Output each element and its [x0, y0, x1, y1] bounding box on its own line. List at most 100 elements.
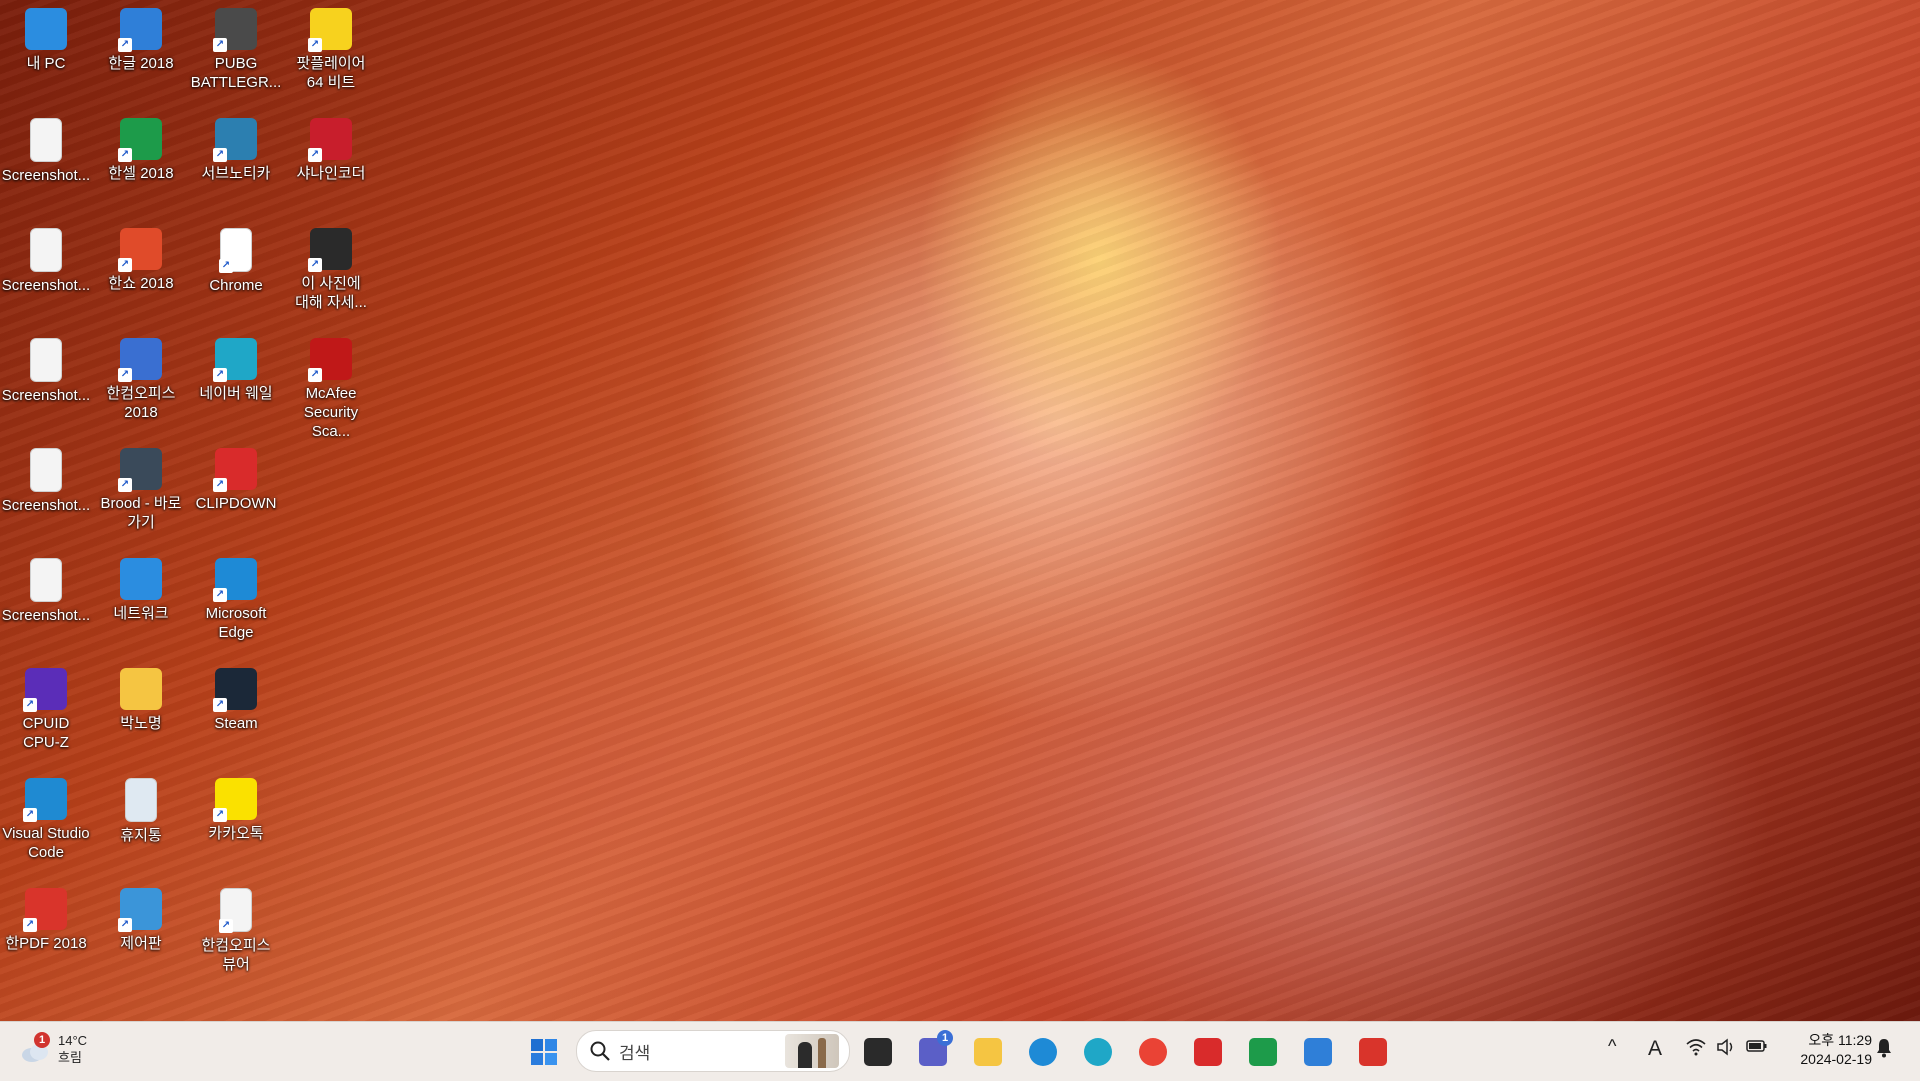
- desktop-icon[interactable]: ↗ 팟플레이어 64 비트: [285, 4, 377, 92]
- shortcut-arrow-icon: ↗: [213, 38, 227, 52]
- notification-badge: 1: [937, 1030, 953, 1046]
- desktop-icon[interactable]: Screenshot...: [0, 334, 92, 405]
- clipdown-icon: [1194, 1038, 1222, 1066]
- desktop-icon-label: Visual Studio Code: [2, 825, 90, 861]
- clock[interactable]: 오후 11:29 2024-02-19: [1782, 1031, 1872, 1069]
- shortcut-arrow-icon: ↗: [213, 368, 227, 382]
- desktop-icon[interactable]: ↗ Chrome: [190, 224, 282, 295]
- desktop-icon[interactable]: 내 PC: [0, 4, 92, 73]
- brood-icon: ↗: [118, 448, 162, 492]
- desktop-icon[interactable]: Screenshot...: [0, 554, 92, 625]
- desktop-icon[interactable]: Screenshot...: [0, 114, 92, 185]
- search-box[interactable]: 검색: [576, 1030, 850, 1072]
- desktop-icon[interactable]: ↗ 네이버 웨일: [190, 334, 282, 403]
- hangul-icon: [1304, 1038, 1332, 1066]
- desktop-icon[interactable]: 휴지통: [95, 774, 187, 845]
- shortcut-arrow-icon: ↗: [308, 38, 322, 52]
- shortcut-arrow-icon: ↗: [23, 808, 37, 822]
- desktop-icon[interactable]: ↗ 서브노티카: [190, 114, 282, 183]
- hancom-viewer-icon: ↗: [219, 888, 252, 933]
- volume-icon[interactable]: [1716, 1038, 1736, 1061]
- desktop-icon[interactable]: ↗ 카카오톡: [190, 774, 282, 843]
- image-file-icon: [30, 118, 62, 162]
- desktop-icon-label: Screenshot...: [1, 277, 91, 294]
- notification-bell-icon[interactable]: [1876, 1038, 1892, 1063]
- hancell-icon: ↗: [118, 118, 162, 162]
- cpuz-icon: ↗: [23, 668, 67, 712]
- desktop-icon[interactable]: ↗ 한PDF 2018: [0, 884, 92, 953]
- desktop-icon[interactable]: Screenshot...: [0, 224, 92, 295]
- shortcut-arrow-icon: ↗: [213, 808, 227, 822]
- desktop-icon[interactable]: ↗ CLIPDOWN: [190, 444, 282, 513]
- desktop-icon[interactable]: ↗ Brood - 바로 가기: [95, 444, 187, 532]
- taskbar-app-naver-whale[interactable]: [1078, 1032, 1118, 1072]
- desktop-icon[interactable]: ↗ 제어판: [95, 884, 187, 953]
- taskbar-app-teams-chat[interactable]: 1: [913, 1030, 953, 1072]
- search-placeholder: 검색: [619, 1043, 651, 1063]
- desktop-icon-label: 한PDF 2018: [5, 935, 87, 952]
- shortcut-arrow-icon: ↗: [213, 588, 227, 602]
- taskbar-app-hanpdf[interactable]: [1353, 1032, 1393, 1072]
- desktop-icon[interactable]: ↗ 한셀 2018: [95, 114, 187, 183]
- taskbar-app-clipdown[interactable]: [1188, 1032, 1228, 1072]
- desktop-icon-label: Screenshot...: [1, 387, 91, 404]
- desktop-icon-label: 한글 2018: [108, 55, 174, 72]
- taskbar-app-hancell[interactable]: [1243, 1032, 1283, 1072]
- taskbar-app-file-explorer[interactable]: [968, 1032, 1008, 1072]
- taskbar-app-task-view[interactable]: [858, 1032, 898, 1072]
- desktop-icon[interactable]: ↗ PUBG BATTLEGR...: [190, 4, 282, 92]
- wifi-icon[interactable]: [1686, 1038, 1706, 1061]
- chrome-icon: [1139, 1038, 1167, 1066]
- image-file-icon: [30, 338, 62, 382]
- desktop-icon[interactable]: ↗ 한쇼 2018: [95, 224, 187, 293]
- desktop-icon[interactable]: ↗ Visual Studio Code: [0, 774, 92, 862]
- shana-encoder-icon: ↗: [308, 118, 352, 162]
- desktop-icon[interactable]: ↗ 한글 2018: [95, 4, 187, 73]
- desktop-icon[interactable]: Screenshot...: [0, 444, 92, 515]
- battery-icon[interactable]: [1746, 1038, 1768, 1059]
- desktop-icon-label: Microsoft Edge: [205, 605, 267, 641]
- desktop-icon-label: 네이버 웨일: [199, 385, 273, 402]
- taskbar-app-chrome[interactable]: [1133, 1032, 1173, 1072]
- shortcut-arrow-icon: ↗: [23, 918, 37, 932]
- desktop-icon[interactable]: ↗ 이 사진에 대해 자세...: [285, 224, 377, 312]
- folder-icon: [974, 1038, 1002, 1066]
- edge-icon: [1029, 1038, 1057, 1066]
- desktop-icon[interactable]: 박노명: [95, 664, 187, 733]
- desktop-icon-label: 한컴오피스 2018: [106, 385, 176, 421]
- weather-widget[interactable]: 1 14°C 흐림: [20, 1032, 87, 1066]
- desktop-icon[interactable]: ↗ 샤나인코더: [285, 114, 377, 183]
- desktop-icon[interactable]: ↗ McAfee Security Sca...: [285, 334, 377, 441]
- clock-time: 오후 11:29: [1808, 1032, 1872, 1048]
- shortcut-arrow-icon: ↗: [118, 148, 132, 162]
- ime-indicator[interactable]: A: [1648, 1037, 1662, 1061]
- desktop-icon-label: 내 PC: [26, 55, 66, 72]
- monitor-icon: [25, 8, 67, 50]
- image-file-icon: [30, 448, 62, 492]
- hancom-office-icon: ↗: [118, 338, 162, 382]
- shortcut-arrow-icon: ↗: [118, 258, 132, 272]
- taskbar-app-edge[interactable]: [1023, 1032, 1063, 1072]
- desktop-icon[interactable]: 네트워크: [95, 554, 187, 623]
- desktop-icon-label: 이 사진에 대해 자세...: [295, 275, 367, 311]
- task-view-icon: [864, 1038, 892, 1066]
- show-hidden-icons-chevron[interactable]: ^: [1608, 1036, 1616, 1057]
- desktop-icon[interactable]: ↗ 한컴오피스 2018: [95, 334, 187, 422]
- whale-icon: ↗: [213, 338, 257, 382]
- hanpdf-icon: ↗: [23, 888, 67, 932]
- taskbar-app-hangul[interactable]: [1298, 1032, 1338, 1072]
- search-icon: [590, 1041, 610, 1061]
- desktop-icon[interactable]: ↗ 한컴오피스 뷰어: [190, 884, 282, 974]
- start-button[interactable]: [524, 1032, 564, 1072]
- desktop-icon[interactable]: ↗ Microsoft Edge: [190, 554, 282, 642]
- shortcut-arrow-icon: ↗: [213, 148, 227, 162]
- network-icon: [120, 558, 162, 600]
- steam-icon: ↗: [213, 668, 257, 712]
- shortcut-arrow-icon: ↗: [118, 918, 132, 932]
- desktop-icon-label: McAfee Security Sca...: [303, 385, 359, 440]
- weather-condition: 흐림: [58, 1050, 82, 1065]
- desktop-icon[interactable]: ↗ Steam: [190, 664, 282, 733]
- recycle-bin-icon: [125, 778, 157, 822]
- desktop-icon[interactable]: ↗ CPUID CPU-Z: [0, 664, 92, 752]
- control-panel-icon: ↗: [118, 888, 162, 932]
